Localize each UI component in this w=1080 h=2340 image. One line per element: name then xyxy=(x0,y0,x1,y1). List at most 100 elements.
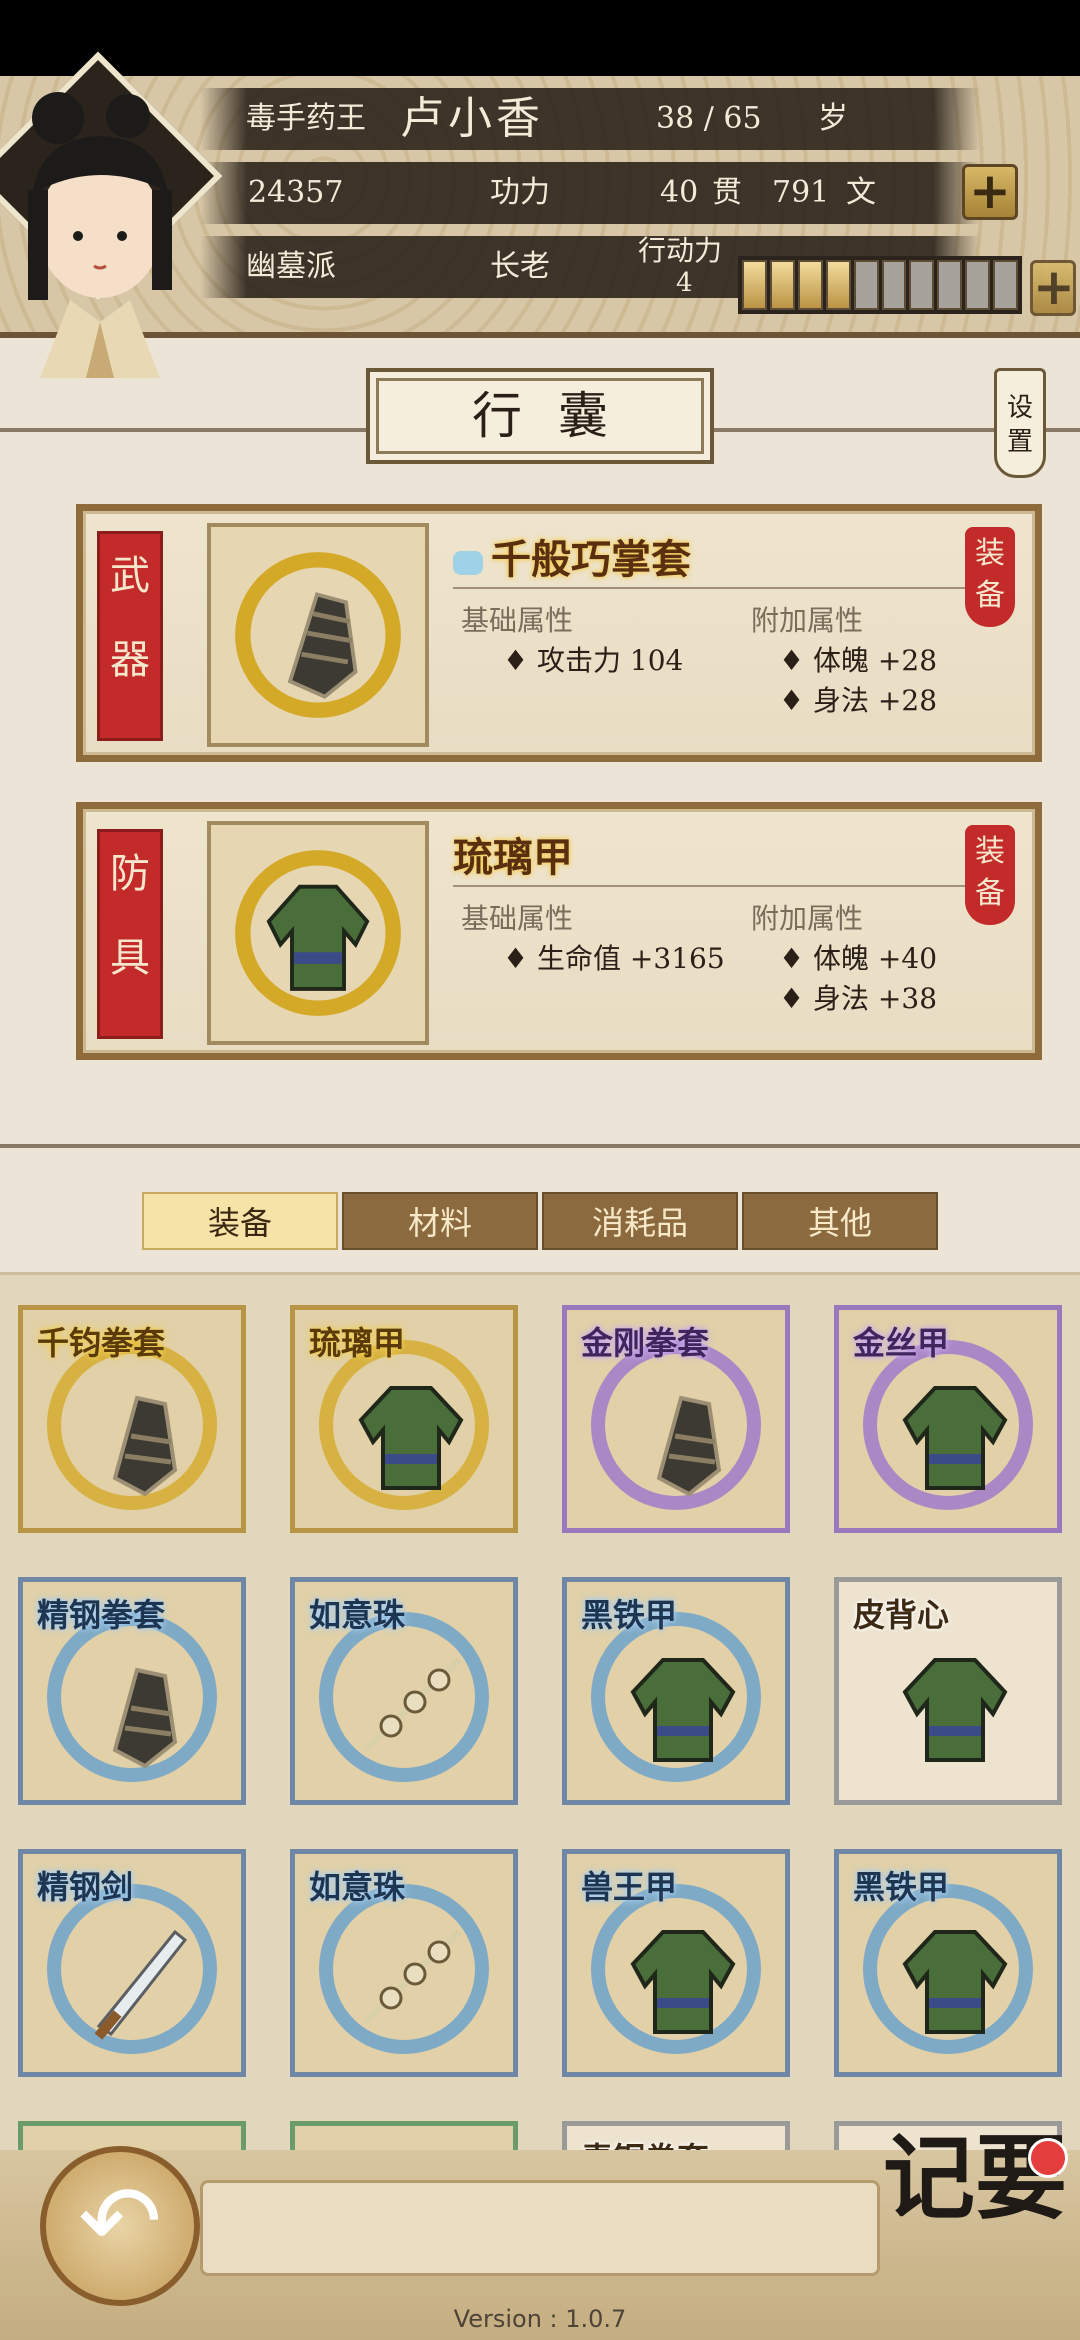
item-name: 黑铁甲 xyxy=(581,1596,678,1634)
inventory-grid: 千钧拳套琉璃甲金刚拳套金丝甲精钢拳套如意珠黑铁甲皮背心精钢剑如意珠兽王甲黑铁甲青… xyxy=(0,1272,1080,2152)
inventory-item[interactable]: 兽王甲 xyxy=(562,1849,790,2077)
money-wen-unit: 文 xyxy=(846,175,876,210)
gauntlet-icon xyxy=(112,1395,178,1497)
title-prefix: 毒手药王 xyxy=(246,101,366,136)
action-point-segment xyxy=(937,260,963,310)
header-row-name: 毒手药王 卢小香 38 / 65 岁 xyxy=(200,88,980,150)
tab-materials[interactable]: 材料 xyxy=(342,1192,538,1250)
item-name: 千钧拳套 xyxy=(37,1324,166,1362)
inventory-item[interactable]: 如意珠 xyxy=(290,1849,518,2077)
settings-label: 设置 xyxy=(1006,393,1033,457)
slot-char: 具 xyxy=(110,935,150,981)
page-title: 行囊 xyxy=(366,368,714,464)
item-name: 金丝甲 xyxy=(853,1324,950,1362)
equipped-weapon-icon xyxy=(207,523,429,747)
action-point-segment xyxy=(825,260,851,310)
equipped-weapon-name: 千般巧掌套 xyxy=(453,527,691,585)
inventory-item[interactable]: 精钢剑 xyxy=(18,1849,246,2077)
inventory-item[interactable]: 千钧拳套 xyxy=(18,1305,246,1533)
armor-icon xyxy=(902,1658,1008,1762)
version-label: Version : 1.0.7 xyxy=(453,2305,627,2333)
inventory-item[interactable]: 黑铁甲 xyxy=(834,1849,1062,2077)
tab-consumables[interactable]: 消耗品 xyxy=(542,1192,738,1250)
action-point-segment xyxy=(993,260,1019,310)
item-name: 精钢拳套 xyxy=(37,1596,166,1634)
extra-attr-label: 附加属性 xyxy=(751,902,864,935)
add-action-button[interactable]: + xyxy=(1030,260,1076,316)
divider xyxy=(453,885,973,887)
action-value: 4 xyxy=(676,268,693,298)
status-bar xyxy=(0,0,1080,76)
fist-icon xyxy=(453,551,483,575)
equipped-armor-card[interactable]: 防 具 琉璃甲 基础属性 附加属性 ♦ 生命值 +3165 ♦ 体魄 +40 ♦… xyxy=(76,802,1042,1060)
gauntlet-icon xyxy=(112,1667,178,1769)
item-name: 如意珠 xyxy=(309,1596,406,1634)
tab-equipment[interactable]: 装备 xyxy=(142,1192,338,1250)
add-money-button[interactable]: + xyxy=(962,164,1018,220)
equip-badge[interactable]: 装备 xyxy=(965,825,1015,925)
inventory-item[interactable]: 皮背心 xyxy=(834,1577,1062,1805)
item-name: 金刚拳套 xyxy=(581,1324,710,1362)
inventory-item[interactable]: 精钢拳套 xyxy=(18,1577,246,1805)
avatar[interactable] xyxy=(0,78,200,378)
base-attr-label: 基础属性 xyxy=(461,902,574,935)
action-point-segment xyxy=(797,260,823,310)
slot-char: 防 xyxy=(110,851,150,897)
item-name: 黑铁甲 xyxy=(853,1868,950,1906)
armor-icon xyxy=(630,1658,736,1762)
money-wen: 791 xyxy=(772,175,830,210)
money-guan-unit: 贯 xyxy=(712,175,742,210)
divider xyxy=(453,587,973,589)
slot-char: 器 xyxy=(110,637,150,683)
tab-other[interactable]: 其他 xyxy=(742,1192,938,1250)
item-name: 皮背心 xyxy=(853,1596,950,1634)
action-point-segment xyxy=(742,260,767,310)
base-stat: ♦ 生命值 +3165 xyxy=(503,942,725,975)
header-row-power: 24357 功力 40 贯 791 文 xyxy=(200,162,980,224)
bottom-panel xyxy=(200,2180,880,2276)
slot-label-armor: 防 具 xyxy=(97,829,163,1039)
equipped-armor-name: 琉璃甲 xyxy=(453,834,573,881)
sword-icon xyxy=(94,1929,188,2040)
action-points-bar xyxy=(738,256,1022,314)
age-value: 38 / 65 xyxy=(656,101,762,136)
armor-icon xyxy=(902,1386,1008,1490)
extra-stat: ♦ 身法 +38 xyxy=(779,982,938,1015)
notification-dot xyxy=(1028,2138,1068,2178)
base-attr-label: 基础属性 xyxy=(461,604,574,637)
extra-attr-label: 附加属性 xyxy=(751,604,864,637)
inventory-item[interactable]: 琉璃甲 xyxy=(290,1305,518,1533)
settings-button[interactable]: 设置 xyxy=(994,368,1046,478)
sect-rank: 长老 xyxy=(490,249,550,284)
extra-stat: ♦ 体魄 +40 xyxy=(779,942,938,975)
equipped-weapon-card[interactable]: 武 器 千般巧掌套 基础属性 附加属性 ♦ 攻击力 104 ♦ 体魄 +28 ♦… xyxy=(76,504,1042,762)
equip-badge[interactable]: 装备 xyxy=(965,527,1015,627)
action-point-segment xyxy=(909,260,935,310)
slot-label-weapon: 武 器 xyxy=(97,531,163,741)
base-stat: ♦ 攻击力 104 xyxy=(503,644,684,677)
action-point-segment xyxy=(853,260,879,310)
prayer-beads-icon xyxy=(362,1929,462,2025)
sect-name: 幽墓派 xyxy=(246,249,336,284)
inventory-item[interactable]: 如意珠 xyxy=(290,1577,518,1805)
item-name: 兽王甲 xyxy=(581,1868,678,1906)
equipped-armor-icon xyxy=(207,821,429,1045)
money-guan: 40 xyxy=(660,175,699,210)
inventory-item[interactable]: 青铜拳套 xyxy=(562,2121,790,2152)
power-value: 24357 xyxy=(248,175,344,210)
action-point-segment xyxy=(965,260,991,310)
action-point-segment xyxy=(881,260,907,310)
action-label: 行动力 xyxy=(638,234,723,267)
item-name: 精钢剑 xyxy=(37,1868,134,1906)
prayer-beads-icon xyxy=(362,1657,462,1753)
armor-icon xyxy=(630,1930,736,2034)
inventory-item[interactable]: 金丝甲 xyxy=(834,1305,1062,1533)
power-label: 功力 xyxy=(490,175,550,210)
age-unit: 岁 xyxy=(818,101,848,136)
item-name: 琉璃甲 xyxy=(309,1324,406,1362)
back-button[interactable]: ↶ xyxy=(40,2146,200,2306)
slot-char: 武 xyxy=(110,553,150,599)
inventory-item[interactable]: 黑铁甲 xyxy=(562,1577,790,1805)
inventory-item[interactable]: 金刚拳套 xyxy=(562,1305,790,1533)
inventory-item[interactable] xyxy=(290,2121,518,2152)
